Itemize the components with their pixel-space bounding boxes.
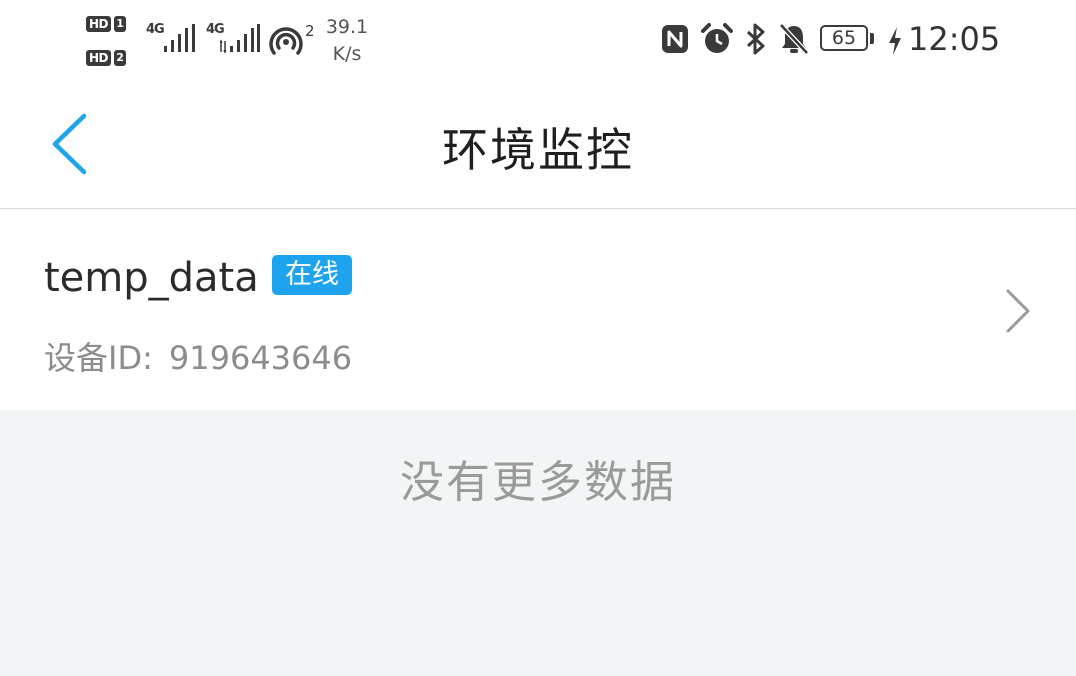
bell-muted-icon (779, 23, 809, 55)
no-more-data-text: 没有更多数据 (400, 457, 676, 508)
bluetooth-icon (746, 23, 765, 55)
status-time: 12:05 (908, 20, 1001, 58)
sim1-number: 1 (114, 16, 127, 32)
charging-icon (889, 27, 901, 55)
hotspot-count: 2 (305, 22, 315, 40)
hd-badge-sim2: HD (86, 50, 112, 66)
signal-bars-data-icon (220, 24, 260, 54)
nfc-icon (662, 25, 688, 53)
status-badge: 在线 (272, 255, 352, 295)
page-title: 环境监控 (442, 123, 634, 177)
list-footer: 没有更多数据 (0, 410, 1076, 676)
app-screen: HD 1 HD 2 4G 4G 2 39.1 K/s 65 12:05 环境监控… (0, 0, 1076, 676)
hd-badge-sim1: HD (86, 16, 112, 32)
nav-bar: 环境监控 (0, 84, 1076, 209)
device-name: temp_data (44, 255, 259, 301)
sim-indicators: HD 1 HD 2 (86, 13, 136, 69)
network-speed-value: 39.1 (325, 16, 369, 38)
status-bar: HD 1 HD 2 4G 4G 2 39.1 K/s 65 12:05 (0, 0, 1076, 84)
signal-sim2: 4G (206, 22, 260, 56)
sim2-number: 2 (114, 50, 127, 66)
chevron-right-icon (1006, 289, 1030, 333)
device-id-label: 设备ID: (44, 339, 153, 377)
battery-tip (870, 33, 874, 44)
hotspot-icon (269, 27, 303, 55)
network-speed-unit: K/s (332, 43, 362, 65)
battery-icon: 65 (820, 25, 868, 51)
device-list-item[interactable]: temp_data 在线 设备ID: 919643646 (0, 209, 1076, 410)
device-id-value: 919643646 (168, 339, 353, 377)
device-id: 设备ID: 919643646 (44, 333, 352, 379)
network-speed: 39.1 K/s (322, 14, 372, 68)
signal-sim1: 4G (146, 22, 198, 56)
signal-bars-icon (164, 24, 195, 52)
alarm-icon (701, 23, 733, 53)
